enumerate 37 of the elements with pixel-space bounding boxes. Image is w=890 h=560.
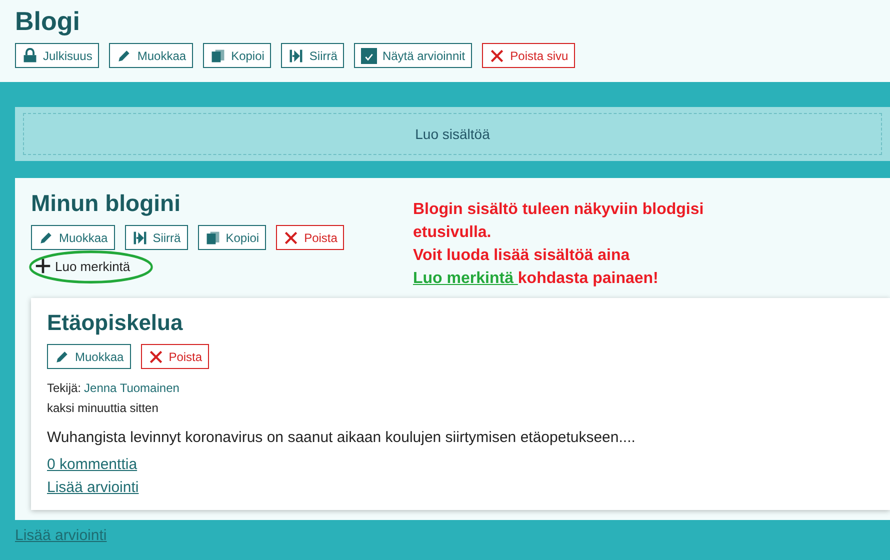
pencil-icon xyxy=(116,48,132,64)
annotation-text: Voit luoda lisää sisältöä aina Luo merkintä kohdasta painaen! xyxy=(413,246,660,289)
arrow-to-bar-icon xyxy=(132,230,148,246)
lock-icon xyxy=(22,48,38,64)
toolbar-button[interactable]: Poista sivu xyxy=(482,43,576,68)
annotation-text: Blogin sisältö tuleen näkyviin blodgisi etusivulla. xyxy=(413,200,705,243)
checkbox[interactable] xyxy=(361,48,378,64)
post-excerpt: Wuhangista levinnyt koronavirus on saanut aikaan koulujen siirtymisen etäopetukseen.... xyxy=(47,429,636,446)
toolbar-button[interactable]: Näytä arvioinnit xyxy=(354,43,472,68)
toolbar-button[interactable]: Muokkaa xyxy=(109,43,194,68)
close-icon xyxy=(148,348,164,364)
copy-icon xyxy=(204,230,221,246)
author-label: Tekijä: xyxy=(47,381,82,395)
pencil-icon xyxy=(38,230,54,246)
pencil-icon xyxy=(54,348,70,364)
post-time: kaksi minuuttia sitten xyxy=(47,401,158,415)
toolbar-button[interactable]: Kopioi xyxy=(198,225,266,250)
add-rating-link[interactable]: Lisää arviointi xyxy=(47,479,139,496)
toolbar-button[interactable]: Poista xyxy=(276,225,344,250)
toolbar-button[interactable]: Julkisuus xyxy=(15,43,100,68)
toolbar-button[interactable]: Muokkaa xyxy=(47,344,131,369)
toolbar-button[interactable]: Siirrä xyxy=(281,43,344,68)
close-icon xyxy=(489,48,506,64)
toolbar-button[interactable]: Kopioi xyxy=(203,43,272,68)
page-title: Blogi xyxy=(15,6,81,37)
post-title: Etäopiskelua xyxy=(47,310,183,336)
close-icon xyxy=(283,230,300,246)
copy-icon xyxy=(210,48,226,64)
arrow-to-bar-icon xyxy=(288,48,304,64)
comments-link[interactable]: 0 kommenttia xyxy=(47,456,138,473)
toolbar-button[interactable]: Muokkaa xyxy=(31,225,115,250)
author-link[interactable]: Jenna Tuomainen xyxy=(84,381,180,395)
toolbar-button[interactable]: Siirrä xyxy=(124,225,188,250)
create-content-button[interactable]: Luo sisältöä xyxy=(23,113,882,155)
plus-icon xyxy=(35,258,51,274)
toolbar-button[interactable]: Poista xyxy=(140,344,210,369)
blog-title: Minun blogini xyxy=(31,190,182,217)
